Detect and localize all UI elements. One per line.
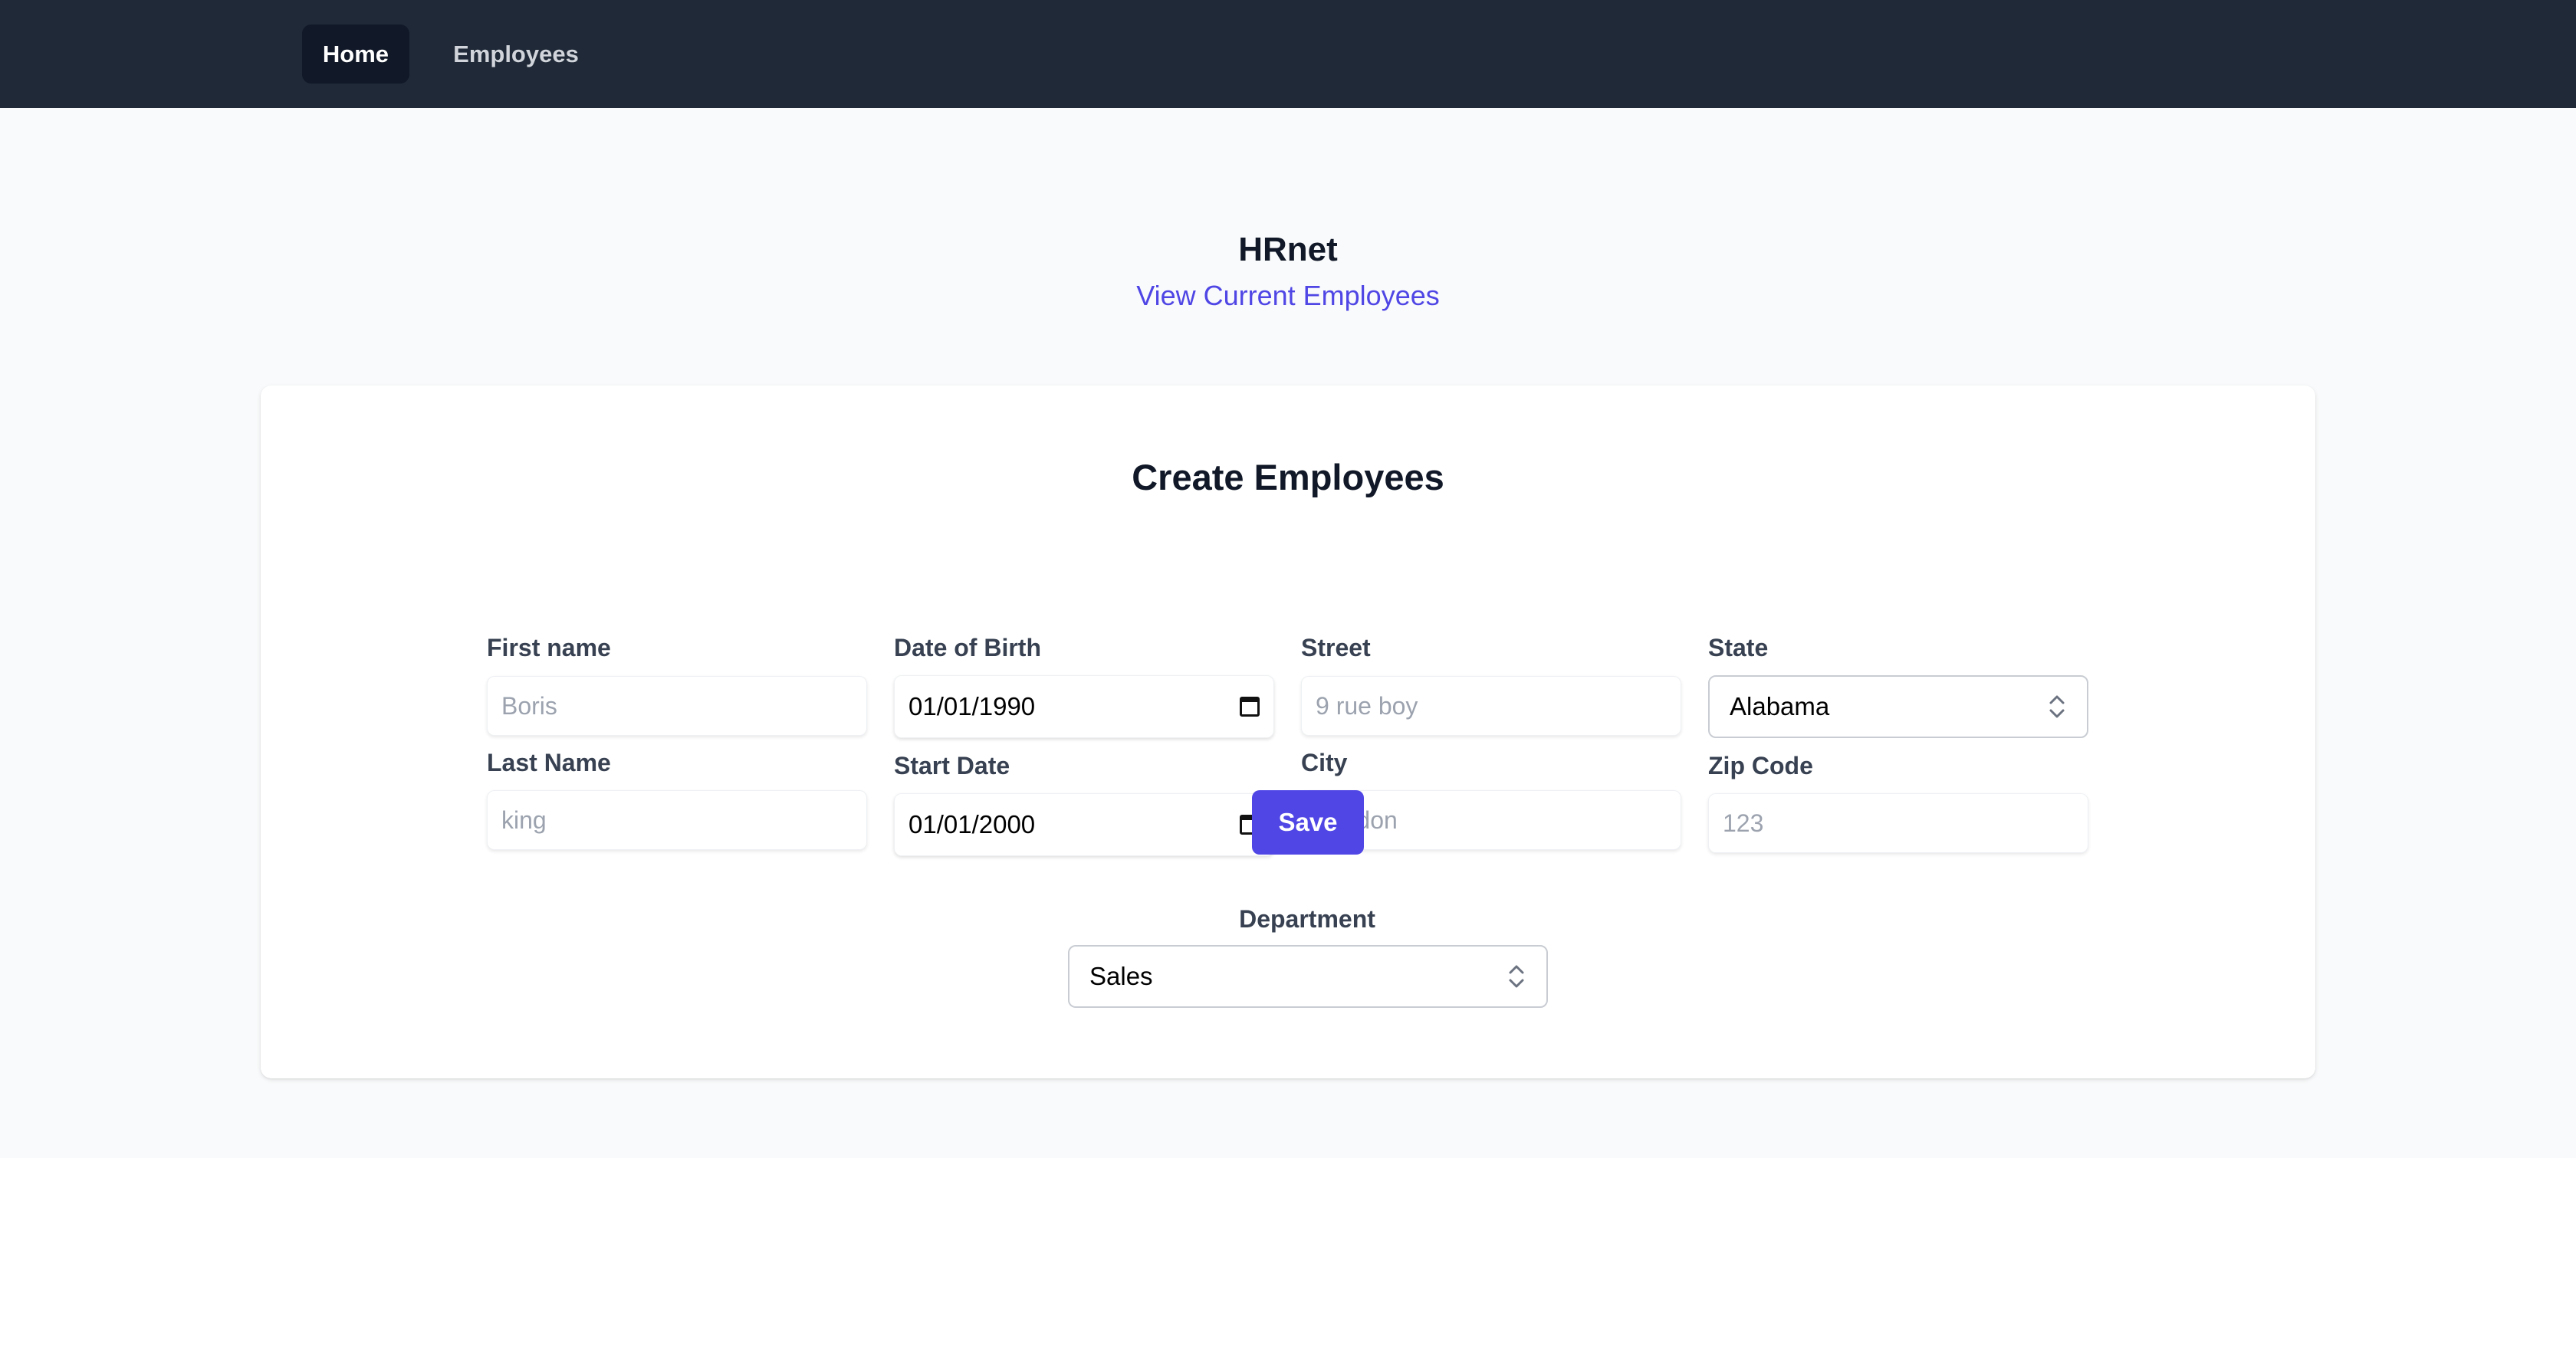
nav-home-button[interactable]: Home (302, 25, 409, 84)
view-employees-link-row: View Current Employees (0, 280, 2576, 312)
calendar-icon[interactable] (1240, 697, 1260, 717)
state-label: State (1708, 634, 1769, 661)
app-title: HRnet (1238, 231, 1338, 268)
nav-home-label: Home (322, 40, 389, 67)
form-title: Create Employees (1132, 457, 1444, 497)
zip-code-input[interactable] (1708, 793, 2088, 853)
state-selected-value: Alabama (1730, 692, 1830, 720)
save-button[interactable]: Save (1252, 790, 1364, 855)
department-selected-value: Sales (1089, 962, 1153, 990)
department-label: Department (1239, 905, 1375, 933)
chevron-up-down-icon (1509, 965, 1524, 988)
date-of-birth-input[interactable]: 01/01/1990 (894, 675, 1274, 738)
first-name-input[interactable] (487, 676, 867, 736)
save-button-label: Save (1278, 808, 1338, 836)
view-current-employees-link[interactable]: View Current Employees (1136, 280, 1440, 311)
date-of-birth-label: Date of Birth (894, 634, 1041, 661)
street-label: Street (1301, 634, 1371, 661)
first-name-label: First name (487, 634, 611, 661)
create-employee-card: Create Employees First name Last Name Da… (261, 386, 2315, 1078)
start-date-input[interactable]: 01/01/2000 (894, 793, 1274, 856)
zip-code-label: Zip Code (1708, 752, 1813, 779)
nav-employees-button[interactable]: Employees (434, 25, 598, 84)
main-content: HRnet View Current Employees Create Empl… (0, 108, 2576, 1158)
start-date-label: Start Date (894, 752, 1010, 779)
last-name-label: Last Name (487, 749, 611, 776)
department-select[interactable]: Sales (1068, 945, 1548, 1008)
start-date-value: 01/01/2000 (909, 810, 1036, 838)
street-input[interactable] (1301, 676, 1681, 736)
city-label: City (1301, 749, 1348, 776)
top-navbar: Home Employees (0, 0, 2576, 108)
state-select[interactable]: Alabama (1708, 675, 2088, 738)
nav-employees-label: Employees (453, 40, 579, 67)
date-of-birth-value: 01/01/1990 (909, 692, 1036, 720)
last-name-input[interactable] (487, 790, 867, 850)
chevron-up-down-icon (2049, 695, 2065, 718)
